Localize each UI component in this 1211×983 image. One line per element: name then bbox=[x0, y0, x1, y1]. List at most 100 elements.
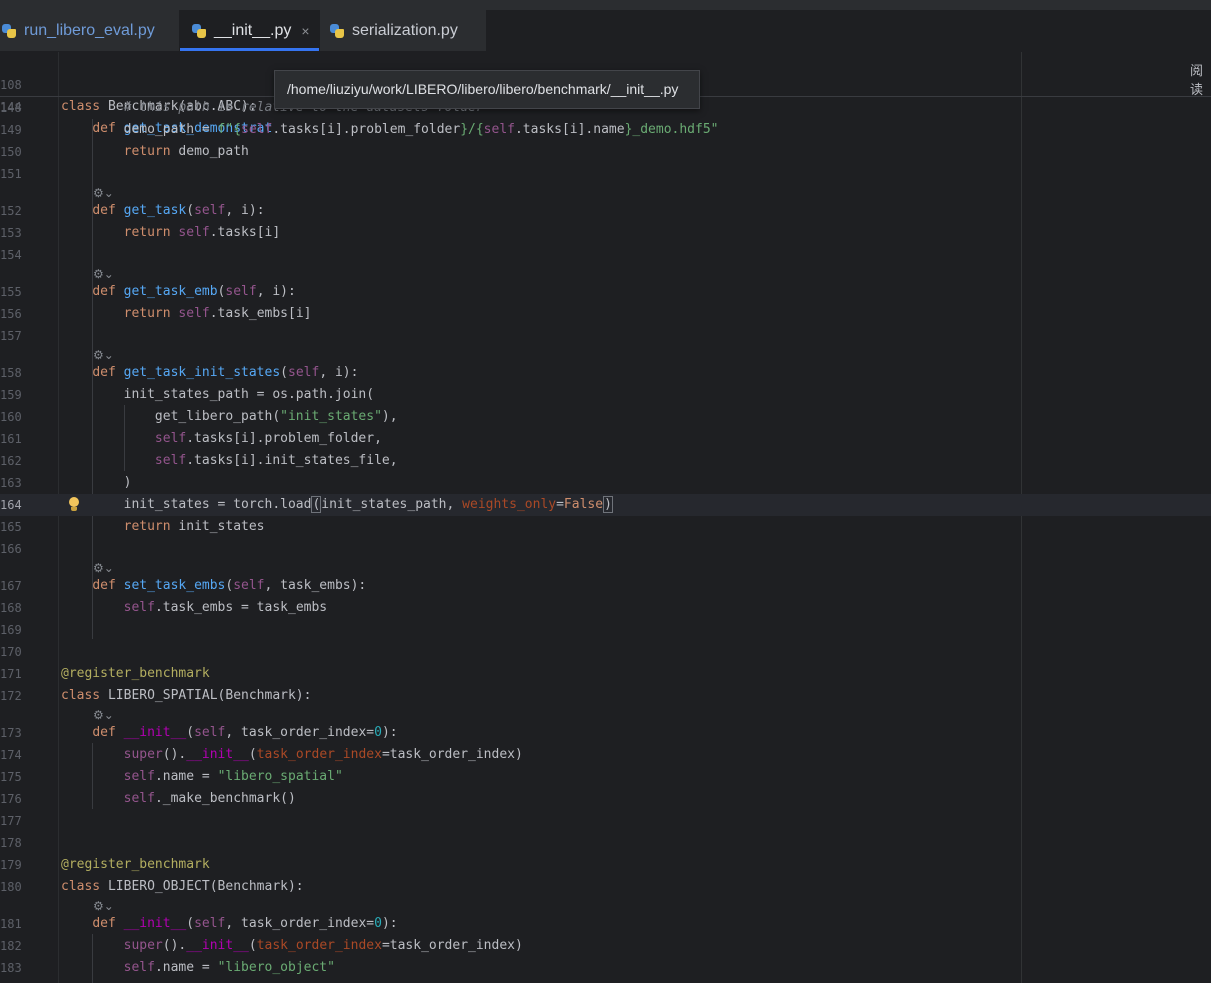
line-number: 183 bbox=[0, 961, 22, 975]
code-line[interactable]: 166 bbox=[0, 538, 1211, 560]
code-line[interactable]: 180 class LIBERO_OBJECT(Benchmark): bbox=[0, 876, 1211, 898]
line-number: 153 bbox=[0, 226, 22, 240]
line-number: 152 bbox=[0, 204, 22, 218]
code-text: class LIBERO_OBJECT(Benchmark): bbox=[61, 879, 304, 894]
line-number: 155 bbox=[0, 285, 22, 299]
code-line[interactable]: 173 def __init__(self, task_order_index=… bbox=[0, 722, 1211, 744]
inlay-hint-icon[interactable]: ⚙⌄ bbox=[93, 266, 133, 282]
code-text: def set_task_embs(self, task_embs): bbox=[92, 578, 367, 593]
code-line[interactable]: 151 bbox=[0, 163, 1211, 185]
code-line[interactable]: 162 self.tasks[i].init_states_file, bbox=[0, 450, 1211, 472]
line-number: 149 bbox=[0, 123, 22, 137]
line-number: 166 bbox=[0, 542, 22, 556]
line-number: 150 bbox=[0, 145, 22, 159]
line-number: 154 bbox=[0, 248, 22, 262]
line-number: 174 bbox=[0, 748, 22, 762]
code-text: init_states = torch.load(init_states_pat… bbox=[61, 496, 613, 513]
tab-run-libero-eval[interactable]: run_libero_eval.py bbox=[0, 10, 179, 51]
code-line[interactable]: 150 return demo_path bbox=[0, 141, 1211, 163]
code-line[interactable]: 149 demo_path = f"{self.tasks[i].problem… bbox=[0, 119, 1211, 141]
code-line[interactable]: 182 super().__init__(task_order_index=ta… bbox=[0, 935, 1211, 957]
code-line[interactable]: 183 self.name = "libero_object" bbox=[0, 957, 1211, 979]
inlay-hint-icon[interactable]: ⚙⌄ bbox=[93, 898, 133, 914]
code-line[interactable]: 155 def get_task_emb(self, i): bbox=[0, 281, 1211, 303]
code-line[interactable]: 167 def set_task_embs(self, task_embs): bbox=[0, 575, 1211, 597]
code-line[interactable]: 169 bbox=[0, 619, 1211, 641]
code-text: demo_path = f"{self.tasks[i].problem_fol… bbox=[61, 122, 719, 137]
line-number: 164 bbox=[0, 498, 22, 512]
code-line[interactable]: 176 self._make_benchmark() bbox=[0, 788, 1211, 810]
code-text: return demo_path bbox=[123, 144, 249, 159]
code-line[interactable]: 179 @register_benchmark bbox=[0, 854, 1211, 876]
code-text: ) bbox=[61, 475, 132, 490]
editor-tab-bar: run_libero_eval.py __init__.py × seriali… bbox=[0, 10, 1211, 51]
line-number: 158 bbox=[0, 366, 22, 380]
code-text: return self.task_embs[i] bbox=[123, 306, 312, 321]
code-text: return init_states bbox=[123, 519, 265, 534]
code-line[interactable]: 177 bbox=[0, 810, 1211, 832]
code-line[interactable]: 152 def get_task(self, i): bbox=[0, 200, 1211, 222]
line-number: 180 bbox=[0, 880, 22, 894]
lightbulb-icon[interactable] bbox=[68, 497, 80, 513]
code-line[interactable]: 174 super().__init__(task_order_index=ta… bbox=[0, 744, 1211, 766]
code-line[interactable]: 158 def get_task_init_states(self, i): bbox=[0, 362, 1211, 384]
line-number: 176 bbox=[0, 792, 22, 806]
line-number: 159 bbox=[0, 388, 22, 402]
code-text: class LIBERO_SPATIAL(Benchmark): bbox=[61, 688, 312, 703]
code-line[interactable]: 171 @register_benchmark bbox=[0, 663, 1211, 685]
code-line[interactable]: 159 init_states_path = os.path.join( bbox=[0, 384, 1211, 406]
code-text: super().__init__(task_order_index=task_o… bbox=[123, 747, 523, 762]
code-line[interactable]: 161 self.tasks[i].problem_folder, bbox=[0, 428, 1211, 450]
close-icon[interactable]: × bbox=[301, 23, 309, 39]
inlay-hint-icon[interactable]: ⚙⌄ bbox=[93, 560, 133, 576]
code-line[interactable]: 153 return self.tasks[i] bbox=[0, 222, 1211, 244]
code-line[interactable]: 157 bbox=[0, 325, 1211, 347]
line-number: 161 bbox=[0, 432, 22, 446]
line-number: 151 bbox=[0, 167, 22, 181]
code-text: @register_benchmark bbox=[61, 666, 210, 681]
reader-mode-toggle[interactable]: 阅读 bbox=[1190, 60, 1211, 98]
line-number: 179 bbox=[0, 858, 22, 872]
line-number: 148 bbox=[0, 101, 22, 115]
tab-label: serialization.py bbox=[352, 21, 458, 39]
inlay-hint-icon[interactable]: ⚙⌄ bbox=[93, 707, 133, 723]
python-file-icon bbox=[192, 23, 206, 38]
line-number: 162 bbox=[0, 454, 22, 468]
line-number: 181 bbox=[0, 917, 22, 931]
code-text: self.name = "libero_spatial" bbox=[123, 769, 343, 784]
line-number: 173 bbox=[0, 726, 22, 740]
code-text: get_libero_path("init_states"), bbox=[61, 409, 398, 424]
code-text: def __init__(self, task_order_index=0): bbox=[92, 916, 398, 931]
code-text: self.name = "libero_object" bbox=[123, 960, 335, 975]
window-top-strip bbox=[0, 0, 1211, 10]
tab-init-py[interactable]: __init__.py × bbox=[180, 10, 319, 51]
line-number: 170 bbox=[0, 645, 22, 659]
code-text: def __init__(self, task_order_index=0): bbox=[92, 725, 398, 740]
code-line[interactable]: 165 return init_states bbox=[0, 516, 1211, 538]
line-number: 169 bbox=[0, 623, 22, 637]
code-text: @register_benchmark bbox=[61, 857, 210, 872]
line-number: 175 bbox=[0, 770, 22, 784]
inlay-hint-icon[interactable]: ⚙⌄ bbox=[93, 347, 133, 363]
code-line[interactable]: 168 self.task_embs = task_embs bbox=[0, 597, 1211, 619]
python-file-icon bbox=[330, 23, 344, 38]
code-line[interactable]: 160 get_libero_path("init_states"), bbox=[0, 406, 1211, 428]
code-line[interactable]: 154 bbox=[0, 244, 1211, 266]
line-number: 182 bbox=[0, 939, 22, 953]
inlay-hint-icon[interactable]: ⚙⌄ bbox=[93, 185, 133, 201]
line-number: 163 bbox=[0, 476, 22, 490]
code-line[interactable]: 175 self.name = "libero_spatial" bbox=[0, 766, 1211, 788]
code-line[interactable]: 178 bbox=[0, 832, 1211, 854]
code-text: self.task_embs = task_embs bbox=[123, 600, 328, 615]
tab-label: run_libero_eval.py bbox=[24, 21, 155, 39]
tab-serialization[interactable]: serialization.py bbox=[320, 10, 486, 51]
code-line[interactable]: 172 class LIBERO_SPATIAL(Benchmark): bbox=[0, 685, 1211, 707]
code-line[interactable]: 156 return self.task_embs[i] bbox=[0, 303, 1211, 325]
line-number: 160 bbox=[0, 410, 22, 424]
code-line[interactable]: 181 def __init__(self, task_order_index=… bbox=[0, 913, 1211, 935]
code-line[interactable]: 163 ) bbox=[0, 472, 1211, 494]
code-line-current[interactable]: 164 init_states = torch.load(init_states… bbox=[0, 494, 1211, 516]
code-text: def get_task_emb(self, i): bbox=[92, 284, 296, 299]
line-number: 172 bbox=[0, 689, 22, 703]
code-line[interactable]: 170 bbox=[0, 641, 1211, 663]
